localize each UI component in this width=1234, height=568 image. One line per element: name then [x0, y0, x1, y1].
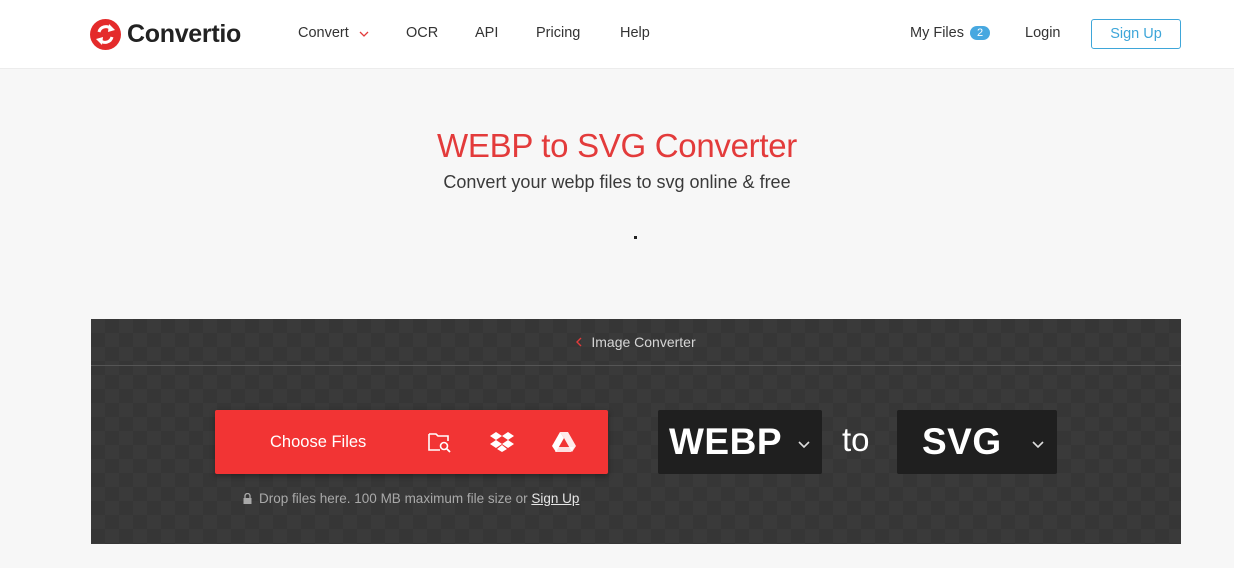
- my-files-label: My Files: [910, 25, 964, 41]
- login-link[interactable]: Login: [1025, 25, 1060, 41]
- nav-ocr[interactable]: OCR: [406, 25, 438, 41]
- from-format-select[interactable]: WEBP: [658, 410, 822, 474]
- lock-icon: [243, 492, 252, 507]
- choose-files-label: Choose Files: [270, 433, 367, 451]
- drop-note-text: Drop files here. 100 MB maximum file siz…: [259, 491, 528, 506]
- nav-api[interactable]: API: [475, 25, 498, 41]
- site-header: Convertio Convert OCR API Pricing Help M…: [0, 0, 1234, 69]
- nav-pricing[interactable]: Pricing: [536, 25, 580, 41]
- dropbox-icon[interactable]: [490, 431, 514, 458]
- brand-name: Convertio: [127, 19, 241, 48]
- convertio-logo-icon: [90, 18, 121, 50]
- choose-files-button[interactable]: Choose Files: [215, 410, 608, 474]
- page-title: WEBP to SVG Converter: [437, 127, 797, 164]
- to-label: to: [842, 421, 870, 458]
- drop-files-note: Drop files here. 100 MB maximum file siz…: [243, 491, 579, 507]
- nav-help[interactable]: Help: [620, 25, 650, 41]
- chevron-left-icon: [576, 334, 582, 350]
- google-drive-icon[interactable]: [552, 431, 576, 458]
- chevron-down-icon: [1032, 436, 1044, 454]
- my-files-count-badge: 2: [969, 26, 991, 40]
- from-format-label: WEBP: [669, 421, 782, 462]
- drop-sign-up-link[interactable]: Sign Up: [531, 491, 579, 506]
- my-files-link[interactable]: My Files 2: [910, 25, 991, 41]
- brand-logo[interactable]: Convertio: [90, 18, 241, 50]
- to-format-label: SVG: [922, 421, 1002, 462]
- breadcrumb-label: Image Converter: [591, 334, 696, 350]
- nav-convert-label: Convert: [298, 25, 349, 41]
- breadcrumb[interactable]: Image Converter: [576, 334, 696, 350]
- page-subtitle: Convert your webp files to svg online & …: [443, 172, 791, 192]
- loading-dot: [634, 236, 637, 239]
- chevron-down-icon: [359, 25, 369, 41]
- nav-convert[interactable]: Convert: [298, 25, 369, 41]
- chevron-down-icon: [798, 436, 810, 454]
- converter-panel: Image Converter Choose Files Drop files …: [91, 319, 1181, 544]
- sign-up-button[interactable]: Sign Up: [1091, 19, 1181, 49]
- converter-breadcrumb-bar: Image Converter: [91, 319, 1181, 366]
- folder-search-icon[interactable]: [428, 431, 452, 458]
- to-format-select[interactable]: SVG: [897, 410, 1057, 474]
